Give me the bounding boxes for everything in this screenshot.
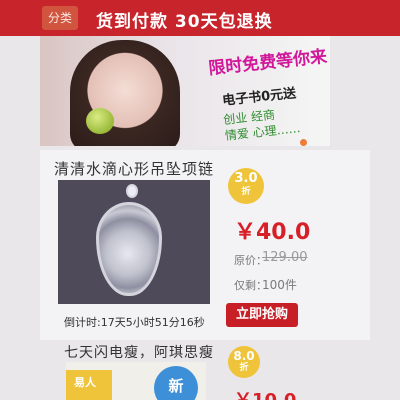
top-bar: 分类 货到付款 30天包退换 <box>0 0 400 36</box>
new-badge: 新 <box>154 366 198 400</box>
discount-badge-2: 8.0 折 <box>228 346 260 378</box>
carousel-dot[interactable] <box>300 139 307 146</box>
discount-badge: 3.0 折 <box>228 168 264 204</box>
discount-value-2: 8.0 <box>233 349 255 363</box>
product-image-ribbon: 易人 <box>66 370 112 400</box>
discount-unit: 折 <box>241 187 251 197</box>
pendant-image <box>96 202 162 296</box>
promo-title: 货到付款 30天包退换 <box>96 12 273 32</box>
apple-image <box>86 108 114 134</box>
original-price: 129.00 <box>262 250 308 265</box>
product-image[interactable] <box>58 180 210 304</box>
promo-banner[interactable]: 限时免费等你来 电子书0元送 创业 经商 情爱 心理…… <box>40 36 330 146</box>
product-image-2[interactable]: 易人 新 <box>66 362 206 400</box>
necklace-clasp-image <box>126 184 138 198</box>
product-title[interactable]: 清清水滴心形吊坠项链 <box>54 158 214 179</box>
banner-tags: 创业 经商 情爱 心理…… <box>223 104 302 144</box>
buy-now-button[interactable]: 立即抢购 <box>226 303 298 327</box>
stock-remaining: 100件 <box>262 278 297 292</box>
category-button[interactable]: 分类 <box>42 6 78 30</box>
sale-price: ￥40.0 <box>234 220 311 245</box>
product-title-2[interactable]: 七天闪电瘦，阿琪思瘦 <box>64 342 214 362</box>
sale-price-2: ￥10.0 <box>234 386 296 400</box>
banner-headline: 限时免费等你来 <box>207 46 328 80</box>
banner-model-image <box>70 40 180 146</box>
discount-unit-2: 折 <box>239 363 249 373</box>
countdown-timer: 倒计时:17天5小时51分16秒 <box>64 316 205 329</box>
discount-value: 3.0 <box>234 171 258 186</box>
product-card: 清清水滴心形吊坠项链 倒计时:17天5小时51分16秒 <box>40 150 370 340</box>
